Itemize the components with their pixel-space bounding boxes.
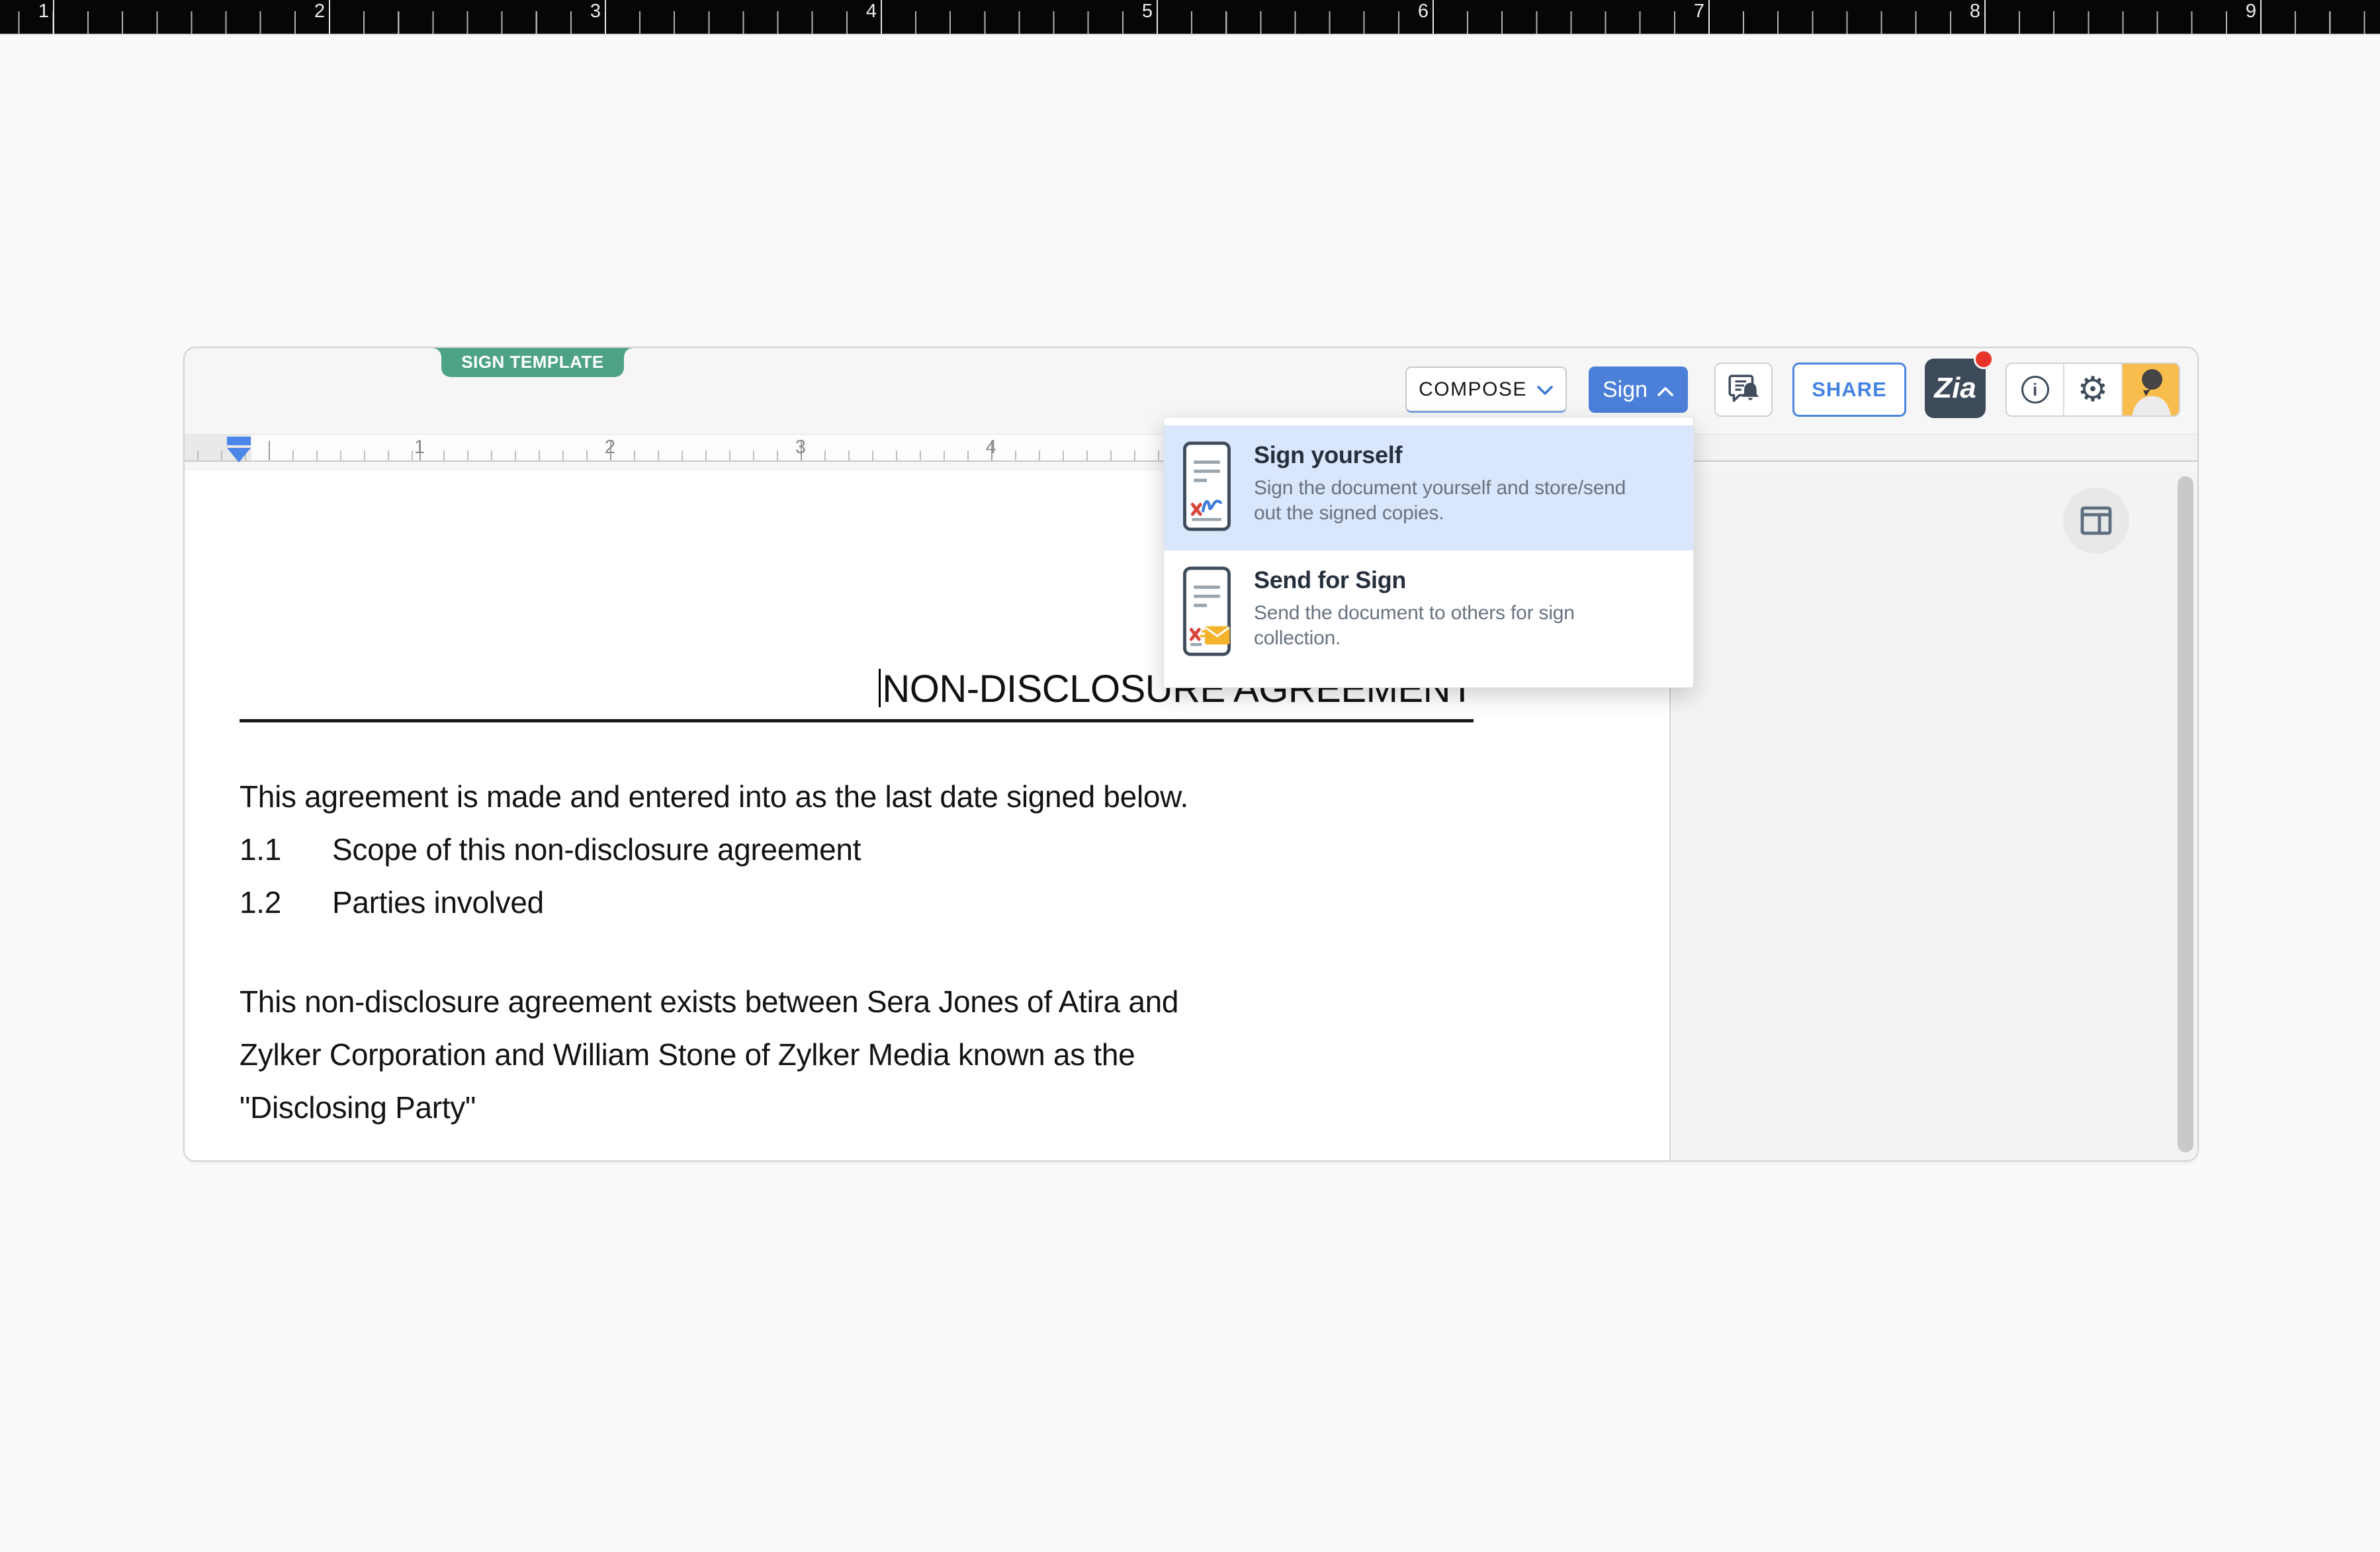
chevron-down-icon [1536,378,1554,401]
menu-item-title: Send for Sign [1254,566,1575,594]
share-button-label: SHARE [1812,378,1887,402]
paragraph-line: "Disclosing Party" [240,1081,1474,1134]
sign-yourself-icon [1182,441,1231,535]
menu-item-description: Sign the document yourself and store/sen… [1254,476,1626,526]
ruler-number: 4 [850,1,877,22]
paragraph-line: Zylker Corporation and William Stone of … [240,1028,1474,1081]
menu-item-description: Send the document to others for sign col… [1254,601,1575,651]
compose-button-label: COMPOSE [1419,378,1527,401]
screen: { "top_ruler": { "numbers": ["1","2","3"… [0,0,2380,1552]
menu-item-send-for-sign[interactable]: Send for Sign Send the document to other… [1164,550,1693,675]
ruler-number: 7 [1678,1,1704,22]
chevron-up-icon [1657,377,1674,403]
settings-button[interactable]: ⚙ [2064,364,2122,415]
page-layout-icon [2080,506,2112,535]
zia-alert-dot [1974,349,1994,369]
ruler-right-blank [1671,435,2197,460]
sign-button[interactable]: Sign [1589,366,1688,413]
ruler-number: 1 [22,1,49,22]
menu-item-sign-yourself[interactable]: Sign yourself Sign the document yourself… [1164,425,1693,550]
paragraph: This non-disclosure agreement exists bet… [240,975,1474,1134]
user-avatar[interactable] [2123,364,2179,415]
sign-button-label: Sign [1603,377,1648,403]
screen-ruler: 1 2 3 4 5 6 7 8 9 [0,0,2380,35]
ruler-number: 5 [1126,1,1153,22]
info-button[interactable]: i [2007,364,2064,415]
doc-ruler-number: 3 [787,437,814,458]
avatar-photo [2123,364,2179,415]
indent-marker-top [227,437,251,445]
paragraph: This agreement is made and entered into … [240,770,1474,823]
ruler-number: 9 [2230,1,2256,22]
toolbar-icon-group: i ⚙ [2005,363,2180,417]
list-text: Scope of this non-disclosure agreement [332,823,861,876]
comment-bell-icon [1726,372,1761,408]
zia-button[interactable]: Zia [1925,359,1986,418]
sign-dropdown-menu: Sign yourself Sign the document yourself… [1163,417,1694,688]
doc-ruler-number: 1 [406,437,433,458]
list-number: 1.1 [240,823,332,876]
indent-marker-triangle [227,448,251,462]
zia-logo-icon: Zia [1934,372,1976,405]
right-side-panel [1671,471,2197,1160]
list-number: 1.2 [240,876,332,929]
ruler-number: 3 [574,1,601,22]
list-item: 1.1 Scope of this non-disclosure agreeme… [240,823,1474,876]
list-text: Parties involved [332,876,544,929]
comment-notification-button[interactable] [1714,363,1773,417]
menu-item-text: Send for Sign Send the document to other… [1254,566,1575,660]
send-for-sign-icon [1182,566,1231,660]
menu-item-text: Sign yourself Sign the document yourself… [1254,441,1626,535]
ruler-number: 8 [1954,1,1980,22]
paragraph-line: This non-disclosure agreement exists bet… [240,975,1474,1028]
menu-item-title: Sign yourself [1254,441,1626,469]
doc-ruler-number: 4 [978,437,1004,458]
compose-button[interactable]: COMPOSE [1405,366,1567,413]
ruler-number: 6 [1402,1,1429,22]
share-button[interactable]: SHARE [1792,363,1906,417]
gear-icon: ⚙ [2078,372,2109,407]
ruler-number: 2 [298,1,325,22]
sign-template-badge: SIGN TEMPLATE [441,348,624,377]
page-layout-button[interactable] [2063,488,2129,554]
text-caret [879,669,881,707]
vertical-scrollbar[interactable] [2178,476,2193,1152]
info-icon: i [2021,376,2049,404]
indent-marker[interactable] [227,437,251,460]
doc-ruler-number: 2 [597,437,623,458]
list-item: 1.2 Parties involved [240,876,1474,929]
